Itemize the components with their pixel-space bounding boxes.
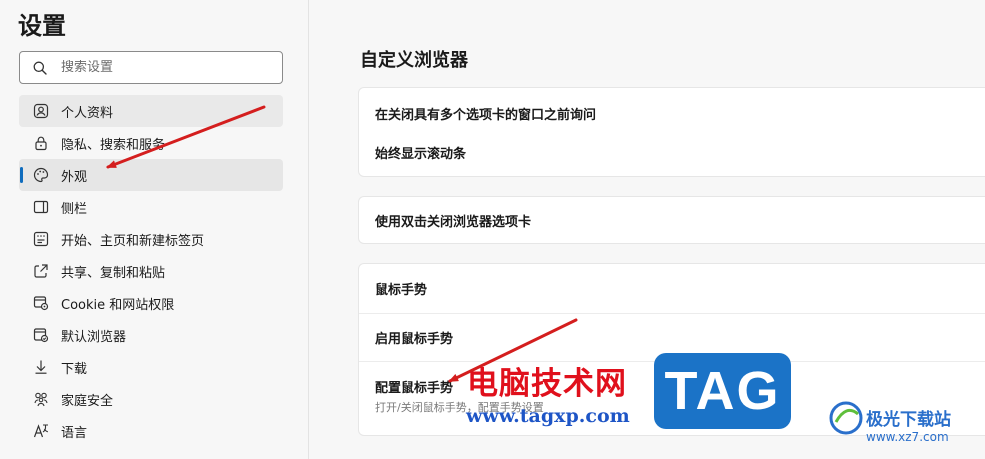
- sidebar-item-label: 隐私、搜索和服务: [61, 137, 166, 153]
- sidebar-item-share-copy-paste[interactable]: 共享、复制和粘贴: [19, 255, 283, 287]
- home-grid-icon: [33, 231, 49, 247]
- profile-icon: [33, 103, 49, 119]
- sidebar-item-label: 个人资料: [61, 105, 114, 121]
- sidebar-item-sidebar[interactable]: 侧栏: [19, 191, 283, 223]
- settings-sidebar: 设置 个人资料 隐私、搜索和服务 外观: [0, 0, 309, 459]
- settings-nav: 个人资料 隐私、搜索和服务 外观 侧栏 开始、主页和新建标签页 共享、复制和粘贴…: [19, 95, 283, 447]
- sidebar-item-start-home[interactable]: 开始、主页和新建标签页: [19, 223, 283, 255]
- palette-icon: [33, 167, 49, 183]
- lock-icon: [33, 135, 49, 151]
- settings-title: 设置: [18, 12, 66, 40]
- family-icon: [33, 391, 49, 407]
- language-icon: [33, 423, 49, 439]
- sidebar-item-privacy[interactable]: 隐私、搜索和服务: [19, 127, 283, 159]
- sidebar-item-downloads[interactable]: 下载: [19, 351, 283, 383]
- tag-badge: TAG: [654, 353, 791, 429]
- share-icon: [33, 263, 49, 279]
- setting-label: 始终显示滚动条: [375, 146, 467, 162]
- sidebar-item-profile[interactable]: 个人资料: [19, 95, 283, 127]
- search-input[interactable]: [61, 60, 261, 75]
- double-click-close-tab-setting[interactable]: 使用双击关闭浏览器选项卡: [359, 197, 985, 243]
- tabs-settings-card: 在关闭具有多个选项卡的窗口之前询问 始终显示滚动条: [358, 87, 985, 177]
- setting-label: 在关闭具有多个选项卡的窗口之前询问: [375, 107, 597, 123]
- sidebar-item-label: 共享、复制和粘贴: [61, 265, 166, 281]
- sidebar-item-label: Cookie 和网站权限: [61, 297, 175, 313]
- section-header: 鼠标手势: [375, 283, 428, 298]
- setting-label: 启用鼠标手势: [375, 332, 454, 347]
- sidebar-item-label: 开始、主页和新建标签页: [61, 233, 205, 249]
- page-title: 自定义浏览器: [360, 50, 468, 71]
- sidebar-item-appearance[interactable]: 外观: [19, 159, 283, 191]
- sidebar-item-family-safety[interactable]: 家庭安全: [19, 383, 283, 415]
- setting-label: 配置鼠标手势: [375, 380, 454, 396]
- sidebar-item-label: 侧栏: [61, 201, 88, 217]
- ask-before-close-setting[interactable]: 在关闭具有多个选项卡的窗口之前询问: [359, 88, 985, 136]
- sidebar-item-cookies[interactable]: Cookie 和网站权限: [19, 287, 283, 319]
- search-box[interactable]: [19, 51, 283, 84]
- sidebar-item-languages[interactable]: 语言: [19, 415, 283, 447]
- sidebar-item-label: 语言: [61, 425, 88, 441]
- sidebar-item-default-browser[interactable]: 默认浏览器: [19, 319, 283, 351]
- sidebar-icon: [33, 199, 49, 215]
- sidebar-item-label: 外观: [61, 169, 88, 185]
- sidebar-item-label: 家庭安全: [61, 393, 114, 409]
- double-click-card: 使用双击关闭浏览器选项卡: [358, 196, 985, 244]
- download-icon: [33, 359, 49, 375]
- mouse-gestures-header: 鼠标手势: [359, 264, 985, 313]
- cookie-icon: [33, 295, 49, 311]
- browser-icon: [33, 327, 49, 343]
- always-show-scrollbar-setting[interactable]: 始终显示滚动条: [359, 136, 985, 168]
- setting-label: 使用双击关闭浏览器选项卡: [375, 214, 532, 230]
- sidebar-item-label: 下载: [61, 361, 88, 377]
- sidebar-item-label: 默认浏览器: [61, 329, 127, 345]
- search-icon: [33, 61, 47, 75]
